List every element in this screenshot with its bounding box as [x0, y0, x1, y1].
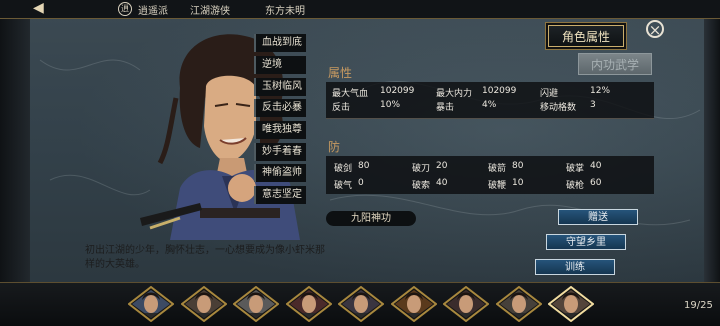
train-button[interactable]: 训练: [535, 259, 615, 275]
stat-label: 最大气血: [332, 89, 369, 99]
talent-item[interactable]: 意志坚定: [254, 186, 306, 204]
tab-martial-arts[interactable]: 内功武学: [578, 53, 652, 75]
character-title: 江湖游侠: [190, 6, 230, 17]
talent-item[interactable]: 玉树临风: [254, 78, 306, 96]
left-frame: [0, 18, 30, 326]
top-bar: ◀ 逍 逍遥派 江湖游侠 东方未明: [0, 0, 720, 19]
talent-item[interactable]: 血战到底: [254, 34, 306, 52]
stat-label: 破气: [334, 181, 353, 191]
stat-value: 4%: [482, 100, 497, 110]
stat-label: 破刀: [412, 164, 431, 174]
defense-heading: 防: [328, 140, 341, 154]
party-member-portrait[interactable]: [547, 285, 595, 323]
close-button[interactable]: ×: [646, 20, 664, 39]
stat-value: 12%: [590, 86, 611, 96]
stat-label: 破剑: [334, 164, 353, 174]
stat-value: 102099: [482, 86, 517, 96]
stat-value: 10%: [380, 100, 401, 110]
talent-item[interactable]: 唯我独尊: [254, 121, 306, 139]
back-arrow-icon[interactable]: ◀: [33, 1, 47, 15]
party-member-portrait[interactable]: [389, 285, 438, 323]
character-name: 东方未明: [265, 6, 305, 17]
party-member-portrait[interactable]: [442, 285, 490, 323]
stat-value: 80: [512, 161, 524, 171]
party-member-portrait[interactable]: [127, 285, 175, 323]
sect-emblem-icon: 逍: [118, 2, 132, 16]
guard-village-button[interactable]: 守望乡里: [546, 234, 626, 250]
stat-value: 102099: [380, 86, 415, 96]
talent-item[interactable]: 反击必暴: [254, 99, 306, 117]
character-description: 初出江湖的少年，胸怀壮志，一心想要成为像小虾米那样的大英雄。: [85, 245, 325, 270]
stat-value: 0: [358, 178, 364, 188]
tab-attributes[interactable]: 角色属性: [548, 25, 624, 47]
close-icon: ×: [648, 21, 662, 39]
stat-label: 反击: [332, 103, 351, 113]
party-member-portrait[interactable]: [494, 285, 543, 323]
stat-label: 破枪: [566, 181, 585, 191]
stat-label: 闪避: [540, 89, 559, 99]
inner-skill-label[interactable]: 九阳神功: [326, 211, 416, 226]
character-portrait: [140, 34, 300, 240]
stat-label: 破索: [412, 181, 431, 191]
stat-value: 40: [436, 178, 448, 188]
stat-value: 20: [436, 161, 448, 171]
party-member-portrait[interactable]: [179, 285, 228, 323]
talent-item[interactable]: 妙手着春: [254, 143, 306, 161]
right-frame: [704, 18, 720, 326]
stat-value: 80: [358, 161, 370, 171]
character-screen: { "topbar": {"sect": "逍遥派", "title": "江湖…: [0, 0, 720, 326]
stat-value: 40: [590, 161, 602, 171]
party-member-portrait[interactable]: [337, 285, 385, 323]
attributes-heading: 属性: [328, 66, 353, 80]
stat-value: 10: [512, 178, 524, 188]
stat-label: 最大内力: [436, 89, 473, 99]
stat-value: 3: [590, 100, 596, 110]
talent-item[interactable]: 逆境: [254, 56, 306, 74]
talent-item[interactable]: 神偷盗帅: [254, 164, 306, 182]
stat-label: 暴击: [436, 103, 455, 113]
defense-panel: 破剑 80 破刀 20 破箭 80 破掌 40 破气 0 破索 40 破鞭 10…: [326, 156, 654, 194]
stat-value: 60: [590, 178, 602, 188]
party-member-portrait[interactable]: [232, 285, 280, 323]
stat-label: 破鞭: [488, 181, 507, 191]
stat-label: 破箭: [488, 164, 507, 174]
party-member-portrait[interactable]: [284, 285, 333, 323]
sect-name: 逍遥派: [138, 6, 168, 17]
stat-label: 移动格数: [540, 103, 577, 113]
stat-label: 破掌: [566, 164, 585, 174]
attributes-panel: 最大气血 102099 最大内力 102099 闪避 12% 反击 10% 暴击…: [326, 82, 654, 119]
page-indicator: 19/25: [684, 300, 713, 311]
gift-button[interactable]: 赠送: [558, 209, 638, 225]
